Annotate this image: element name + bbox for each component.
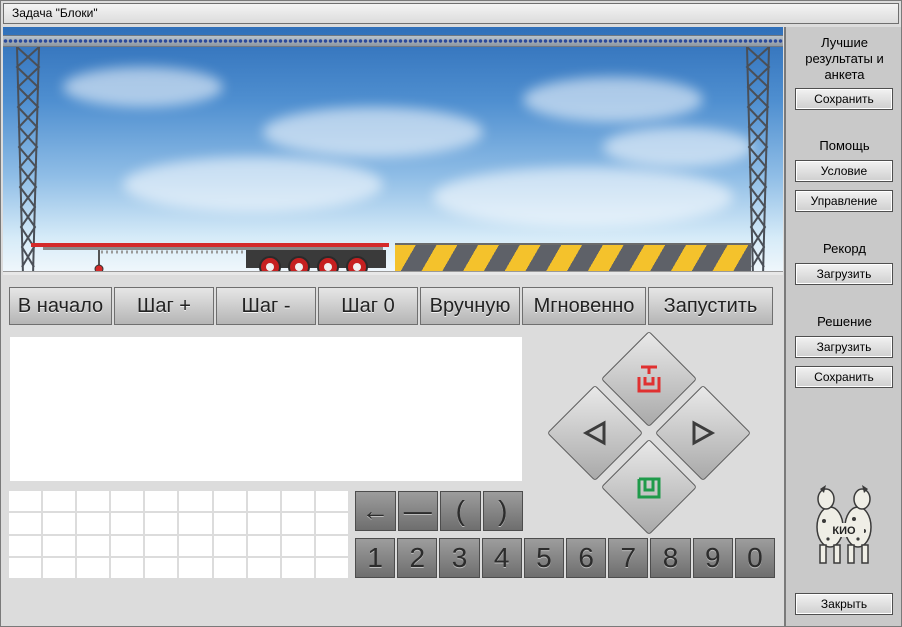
save-results-button[interactable]: Сохранить (795, 88, 893, 110)
dash-key[interactable]: — (397, 491, 438, 531)
digit-key-9[interactable]: 9 (692, 538, 733, 578)
to-start-button[interactable]: В начало (9, 287, 112, 325)
memory-cell[interactable] (77, 491, 110, 512)
memory-cell[interactable] (315, 513, 348, 534)
step-zero-button[interactable]: Шаг 0 (318, 287, 418, 325)
solution-save-button[interactable]: Сохранить (795, 366, 893, 388)
memory-cell[interactable] (111, 491, 144, 512)
digit-key-4[interactable]: 4 (481, 538, 522, 578)
memory-cell[interactable] (145, 557, 178, 578)
digit-key-1[interactable]: 1 (355, 538, 396, 578)
memory-cell[interactable] (247, 557, 280, 578)
memory-cell[interactable] (179, 513, 212, 534)
digit-keypad: 1 2 3 4 5 6 7 8 9 0 (355, 538, 776, 578)
window-title: Задача "Блоки" (3, 3, 899, 24)
memory-cell[interactable] (247, 491, 280, 512)
memory-cell[interactable] (315, 535, 348, 556)
instant-button[interactable]: Мгновенно (522, 287, 646, 325)
memory-cell[interactable] (213, 557, 246, 578)
memory-cell[interactable] (77, 535, 110, 556)
memory-cell[interactable] (77, 557, 110, 578)
drop-block-icon (637, 477, 661, 499)
memory-cell[interactable] (213, 535, 246, 556)
step-minus-button[interactable]: Шаг - (216, 287, 316, 325)
memory-cell[interactable] (77, 513, 110, 534)
sidebar: Лучшие результаты и анкета Сохранить Пом… (784, 27, 901, 626)
lift-block-icon (637, 365, 661, 393)
memory-cell[interactable] (179, 491, 212, 512)
memory-cell[interactable] (281, 491, 314, 512)
direction-pad (546, 330, 752, 536)
record-label: Рекорд (823, 241, 866, 256)
memory-cell[interactable] (9, 491, 42, 512)
digit-key-7[interactable]: 7 (608, 538, 649, 578)
digit-key-2[interactable]: 2 (397, 538, 438, 578)
symbol-keypad: ← — ( ) (355, 491, 523, 531)
memory-cell[interactable] (9, 535, 42, 556)
memory-cell[interactable] (281, 535, 314, 556)
app-window: Задача "Блоки" В начало Шаг + Шаг - Шаг … (0, 0, 902, 627)
crane-beam-rivets (3, 38, 783, 44)
program-editor[interactable] (10, 337, 522, 481)
memory-cell[interactable] (145, 513, 178, 534)
solution-load-button[interactable]: Загрузить (795, 336, 893, 358)
memory-cell[interactable] (111, 557, 144, 578)
memory-cell[interactable] (111, 513, 144, 534)
memory-cell[interactable] (43, 513, 76, 534)
manual-button[interactable]: Вручную (420, 287, 520, 325)
memory-cell[interactable] (247, 513, 280, 534)
memory-cell[interactable] (213, 491, 246, 512)
step-plus-button[interactable]: Шаг + (114, 287, 214, 325)
open-paren-key[interactable]: ( (440, 491, 481, 531)
record-load-button[interactable]: Загрузить (795, 263, 893, 285)
help-label: Помощь (819, 138, 870, 153)
run-button[interactable]: Запустить (648, 287, 773, 325)
memory-cell[interactable] (213, 513, 246, 534)
memory-cell[interactable] (315, 491, 348, 512)
condition-button[interactable]: Условие (795, 160, 893, 182)
digit-key-0[interactable]: 0 (734, 538, 776, 578)
right-triangle-icon (692, 420, 716, 446)
memory-cell[interactable] (43, 491, 76, 512)
close-button[interactable]: Закрыть (795, 593, 893, 615)
memory-cell[interactable] (43, 535, 76, 556)
control-toolbar: В начало Шаг + Шаг - Шаг 0 Вручную Мгнов… (9, 287, 775, 325)
ground-line (3, 271, 783, 275)
memory-cell[interactable] (9, 513, 42, 534)
memory-cell[interactable] (145, 535, 178, 556)
digit-key-6[interactable]: 6 (566, 538, 607, 578)
backspace-key[interactable]: ← (355, 491, 396, 531)
left-triangle-icon (582, 420, 606, 446)
memory-cell[interactable] (247, 535, 280, 556)
logo-text: КИО (832, 525, 856, 537)
solution-label: Решение (817, 314, 872, 329)
hazard-platform (395, 243, 751, 274)
close-paren-key[interactable]: ) (482, 491, 523, 531)
management-button[interactable]: Управление (795, 190, 893, 212)
memory-cell[interactable] (179, 557, 212, 578)
digit-key-3[interactable]: 3 (439, 538, 480, 578)
digit-key-5[interactable]: 5 (523, 538, 565, 578)
memory-cell[interactable] (111, 535, 144, 556)
best-results-label: Лучшие результаты и анкета (805, 35, 884, 82)
memory-cell[interactable] (315, 557, 348, 578)
memory-grid (9, 491, 348, 578)
memory-cell[interactable] (145, 491, 178, 512)
kio-logo: КИО (816, 485, 872, 564)
right-crane-tower (745, 47, 771, 275)
drop-button[interactable] (600, 438, 698, 536)
memory-cell[interactable] (43, 557, 76, 578)
memory-cell[interactable] (281, 557, 314, 578)
memory-cell[interactable] (179, 535, 212, 556)
scene-view (3, 27, 783, 275)
flatbed-trailer (31, 243, 389, 275)
memory-cell[interactable] (9, 557, 42, 578)
digit-key-8[interactable]: 8 (650, 538, 691, 578)
memory-cell[interactable] (281, 513, 314, 534)
